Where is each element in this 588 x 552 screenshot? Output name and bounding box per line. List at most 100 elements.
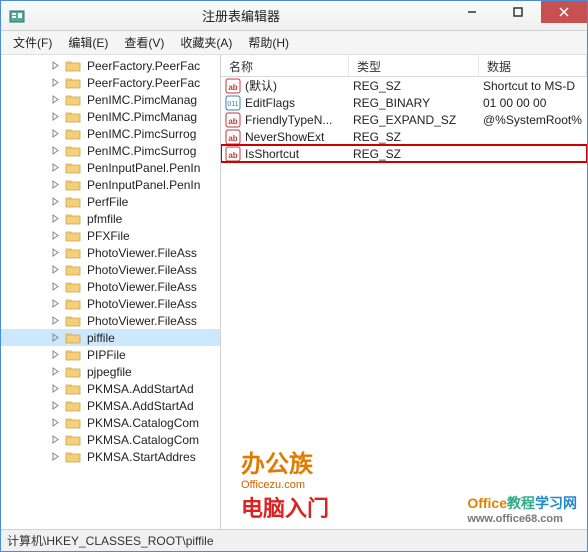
tree-item[interactable]: pjpegfile: [1, 363, 220, 380]
value-row[interactable]: ab(默认)REG_SZShortcut to MS-D: [221, 77, 587, 94]
value-type: REG_BINARY: [349, 96, 479, 110]
expand-toggle-icon[interactable]: [49, 434, 61, 446]
value-type: REG_SZ: [349, 147, 479, 161]
tree-item[interactable]: PenIMC.PimcManag: [1, 91, 220, 108]
menu-view[interactable]: 查看(V): [116, 31, 172, 54]
tree-item-label: PhotoViewer.FileAss: [87, 263, 197, 277]
expand-toggle-icon[interactable]: [49, 111, 61, 123]
tree-item[interactable]: PenInputPanel.PenIn: [1, 176, 220, 193]
expand-toggle-icon[interactable]: [49, 400, 61, 412]
expand-toggle-icon[interactable]: [49, 451, 61, 463]
expand-toggle-icon[interactable]: [49, 128, 61, 140]
expand-toggle-icon[interactable]: [49, 230, 61, 242]
tree-item[interactable]: PKMSA.CatalogCom: [1, 414, 220, 431]
expand-toggle-icon[interactable]: [49, 417, 61, 429]
expand-toggle-icon[interactable]: [49, 247, 61, 259]
tree-item[interactable]: PFXFile: [1, 227, 220, 244]
header-data[interactable]: 数据: [479, 55, 587, 76]
value-row[interactable]: 011EditFlagsREG_BINARY01 00 00 00: [221, 94, 587, 111]
registry-editor-window: 注册表编辑器 文件(F) 编辑(E) 查看(V) 收藏夹(A) 帮助(H) Pe…: [0, 0, 588, 552]
svg-text:ab: ab: [228, 83, 237, 92]
tree-item[interactable]: PeerFactory.PeerFac: [1, 57, 220, 74]
tree-item[interactable]: PKMSA.CatalogCom: [1, 431, 220, 448]
value-type: REG_SZ: [349, 130, 479, 144]
expand-toggle-icon[interactable]: [49, 145, 61, 157]
tree-item-label: PKMSA.StartAddres: [87, 450, 196, 464]
value-name: NeverShowExt: [245, 130, 324, 144]
list-header: 名称 类型 数据: [221, 55, 587, 77]
header-name[interactable]: 名称: [221, 55, 349, 76]
maximize-button[interactable]: [495, 1, 541, 23]
menu-file[interactable]: 文件(F): [5, 31, 60, 54]
tree-item[interactable]: piffile: [1, 329, 220, 346]
tree-item-label: PhotoViewer.FileAss: [87, 297, 197, 311]
tree-item[interactable]: pfmfile: [1, 210, 220, 227]
tree-item[interactable]: PhotoViewer.FileAss: [1, 312, 220, 329]
tree-item[interactable]: PenIMC.PimcManag: [1, 108, 220, 125]
menu-edit[interactable]: 编辑(E): [60, 31, 116, 54]
tree-item-label: piffile: [87, 331, 115, 345]
expand-toggle-icon[interactable]: [49, 298, 61, 310]
expand-toggle-icon[interactable]: [49, 366, 61, 378]
folder-icon: [65, 59, 81, 73]
expand-toggle-icon[interactable]: [49, 77, 61, 89]
tree-item[interactable]: PhotoViewer.FileAss: [1, 244, 220, 261]
tree-item-label: PenIMC.PimcManag: [87, 110, 197, 124]
minimize-button[interactable]: [449, 1, 495, 23]
binary-value-icon: 011: [225, 95, 241, 111]
tree-item[interactable]: PerfFile: [1, 193, 220, 210]
menubar: 文件(F) 编辑(E) 查看(V) 收藏夹(A) 帮助(H): [1, 31, 587, 55]
tree-item[interactable]: PKMSA.AddStartAd: [1, 397, 220, 414]
folder-icon: [65, 144, 81, 158]
expand-toggle-icon[interactable]: [49, 264, 61, 276]
expand-toggle-icon[interactable]: [49, 383, 61, 395]
key-tree[interactable]: PeerFactory.PeerFacPeerFactory.PeerFacPe…: [1, 55, 220, 529]
folder-icon: [65, 348, 81, 362]
tree-item[interactable]: PhotoViewer.FileAss: [1, 278, 220, 295]
tree-item[interactable]: PenInputPanel.PenIn: [1, 159, 220, 176]
folder-icon: [65, 246, 81, 260]
value-type: REG_EXPAND_SZ: [349, 113, 479, 127]
expand-toggle-icon[interactable]: [49, 94, 61, 106]
folder-icon: [65, 161, 81, 175]
tree-item[interactable]: PeerFactory.PeerFac: [1, 74, 220, 91]
expand-toggle-icon[interactable]: [49, 179, 61, 191]
folder-icon: [65, 365, 81, 379]
expand-toggle-icon[interactable]: [49, 281, 61, 293]
status-path: 计算机\HKEY_CLASSES_ROOT\piffile: [7, 532, 214, 549]
value-list[interactable]: ab(默认)REG_SZShortcut to MS-D011EditFlags…: [221, 77, 587, 529]
value-type: REG_SZ: [349, 79, 479, 93]
tree-item[interactable]: PenIMC.PimcSurrog: [1, 125, 220, 142]
expand-toggle-icon[interactable]: [49, 196, 61, 208]
titlebar[interactable]: 注册表编辑器: [1, 1, 587, 31]
tree-item[interactable]: PhotoViewer.FileAss: [1, 261, 220, 278]
tree-item-label: PerfFile: [87, 195, 128, 209]
folder-icon: [65, 263, 81, 277]
header-type[interactable]: 类型: [349, 55, 479, 76]
expand-toggle-icon[interactable]: [49, 315, 61, 327]
expand-toggle-icon[interactable]: [49, 60, 61, 72]
value-row[interactable]: abNeverShowExtREG_SZ: [221, 128, 587, 145]
folder-icon: [65, 178, 81, 192]
tree-item[interactable]: PIPFile: [1, 346, 220, 363]
tree-item-label: PKMSA.AddStartAd: [87, 399, 194, 413]
tree-item[interactable]: PKMSA.StartAddres: [1, 448, 220, 465]
expand-toggle-icon[interactable]: [49, 349, 61, 361]
tree-item[interactable]: PenIMC.PimcSurrog: [1, 142, 220, 159]
tree-item[interactable]: PKMSA.AddStartAd: [1, 380, 220, 397]
svg-text:011: 011: [227, 101, 238, 108]
value-row[interactable]: abIsShortcutREG_SZ: [221, 145, 587, 162]
svg-text:ab: ab: [228, 151, 237, 160]
menu-favorites[interactable]: 收藏夹(A): [172, 31, 240, 54]
close-button[interactable]: [541, 1, 587, 23]
folder-icon: [65, 195, 81, 209]
menu-help[interactable]: 帮助(H): [240, 31, 297, 54]
tree-item[interactable]: PhotoViewer.FileAss: [1, 295, 220, 312]
expand-toggle-icon[interactable]: [49, 213, 61, 225]
folder-icon: [65, 331, 81, 345]
expand-toggle-icon[interactable]: [49, 332, 61, 344]
key-tree-pane: PeerFactory.PeerFacPeerFactory.PeerFacPe…: [1, 55, 221, 529]
expand-toggle-icon[interactable]: [49, 162, 61, 174]
string-value-icon: ab: [225, 112, 241, 128]
value-row[interactable]: abFriendlyTypeN...REG_EXPAND_SZ@%SystemR…: [221, 111, 587, 128]
